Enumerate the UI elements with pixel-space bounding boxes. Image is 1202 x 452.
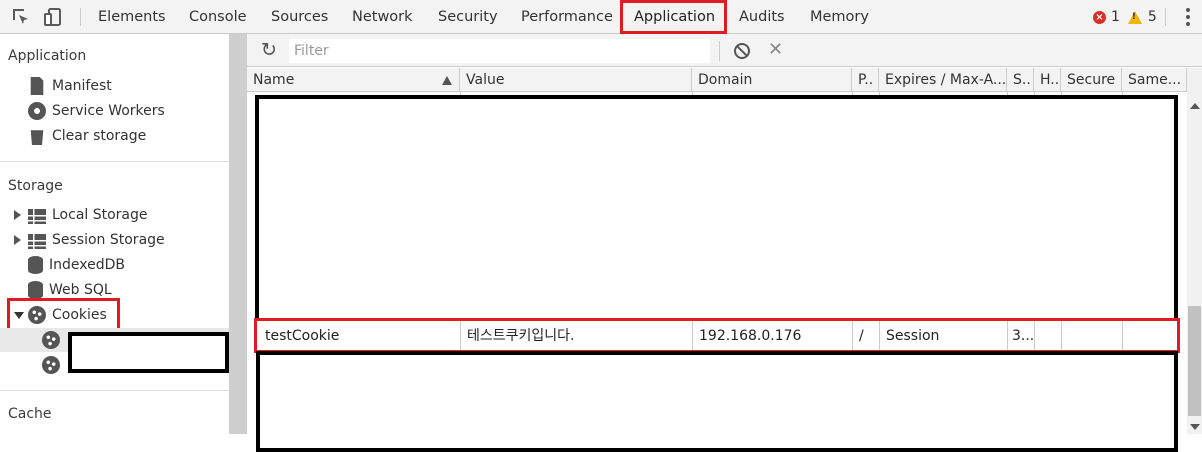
- gear-icon: [28, 102, 46, 120]
- database-icon: [28, 281, 43, 299]
- scroll-up-arrow-icon[interactable]: [1190, 103, 1200, 109]
- scrollbar-thumb[interactable]: [1188, 306, 1201, 416]
- sidebar-header-storage: Storage: [8, 178, 63, 194]
- sidebar-item-label: Web SQL: [49, 282, 112, 298]
- sidebar-item-label: Manifest: [52, 78, 112, 94]
- tab-network[interactable]: Network: [352, 0, 413, 34]
- warning-count: 5: [1147, 9, 1157, 25]
- filter-input[interactable]: [289, 39, 710, 63]
- toolbar-separator: [1165, 8, 1166, 26]
- sidebar-splitter[interactable]: [229, 34, 247, 434]
- redacted-rows-bottom: [256, 351, 1178, 452]
- cookies-panel: ↻ ✕ Name Value Domain P.. Expires / Max-…: [247, 34, 1202, 452]
- cookies-table: Name Value Domain P.. Expires / Max-A...…: [247, 68, 1202, 452]
- delete-selected-icon[interactable]: ✕: [768, 39, 783, 61]
- toolbar-separator: [719, 41, 720, 61]
- error-warning-counter[interactable]: × 1 ! 5: [1093, 0, 1157, 34]
- redacted-rows-top: [255, 95, 1178, 322]
- sidebar-item-label: Local Storage: [52, 207, 148, 223]
- error-icon: ×: [1093, 10, 1106, 24]
- cookie-origin-2[interactable]: [42, 354, 66, 376]
- table-grid-icon: [28, 233, 46, 249]
- sidebar-divider: [0, 161, 229, 162]
- application-sidebar: Application Manifest Service Workers Cle…: [0, 34, 229, 434]
- tab-security[interactable]: Security: [438, 0, 498, 34]
- tab-console[interactable]: Console: [189, 0, 247, 34]
- table-scrollbar[interactable]: [1187, 68, 1202, 434]
- column-header-domain[interactable]: Domain: [692, 68, 852, 92]
- toolbar-separator: [80, 8, 81, 26]
- sidebar-item-session-storage[interactable]: Session Storage: [28, 229, 165, 251]
- cookie-icon: [42, 331, 60, 349]
- sidebar-divider: [0, 390, 229, 391]
- redacted-origin-box: [68, 332, 229, 373]
- column-header-size[interactable]: S..: [1007, 68, 1034, 92]
- device-toolbar-icon[interactable]: [42, 6, 64, 28]
- sidebar-item-label: Service Workers: [52, 103, 165, 119]
- expand-triangle-icon[interactable]: [14, 210, 21, 220]
- sidebar-header-cache: Cache: [8, 406, 52, 422]
- sidebar-item-service-workers[interactable]: Service Workers: [28, 100, 165, 122]
- refresh-icon[interactable]: ↻: [259, 40, 279, 60]
- inspect-element-icon[interactable]: [10, 6, 32, 28]
- sidebar-item-label: Clear storage: [52, 128, 147, 144]
- highlight-cookies: [7, 298, 120, 332]
- column-header-secure[interactable]: Secure: [1061, 68, 1122, 92]
- sidebar-item-local-storage[interactable]: Local Storage: [28, 204, 148, 226]
- warning-icon: !: [1127, 10, 1142, 24]
- tab-memory[interactable]: Memory: [810, 0, 869, 34]
- sidebar-item-indexeddb[interactable]: IndexedDB: [28, 254, 125, 276]
- more-options-icon[interactable]: [1186, 8, 1190, 29]
- column-header-expires[interactable]: Expires / Max-A...: [879, 68, 1007, 92]
- column-header-name[interactable]: Name: [247, 68, 460, 92]
- table-header: Name Value Domain P.. Expires / Max-A...…: [247, 68, 1187, 92]
- sidebar-item-label: Session Storage: [52, 232, 165, 248]
- sidebar-item-manifest[interactable]: Manifest: [28, 75, 112, 97]
- cookie-origin-1[interactable]: [42, 329, 66, 351]
- tab-performance[interactable]: Performance: [521, 0, 613, 34]
- sidebar-header-application: Application: [8, 48, 87, 64]
- column-header-samesite[interactable]: Same...: [1122, 68, 1187, 92]
- database-icon: [28, 256, 43, 274]
- scroll-down-arrow-icon[interactable]: [1190, 424, 1200, 430]
- column-label: Name: [253, 72, 295, 88]
- table-grid-icon: [28, 208, 46, 224]
- tab-elements[interactable]: Elements: [98, 0, 166, 34]
- clear-all-icon[interactable]: [734, 43, 750, 59]
- trash-icon: [30, 130, 44, 145]
- tab-sources[interactable]: Sources: [271, 0, 328, 34]
- column-header-value[interactable]: Value: [460, 68, 692, 92]
- highlight-cookie-row: [254, 318, 1180, 353]
- cookie-icon: [42, 356, 60, 374]
- highlight-application-tab: [620, 0, 727, 34]
- sidebar-item-label: IndexedDB: [49, 257, 125, 273]
- sort-ascending-icon: [442, 76, 452, 85]
- devtools-tab-bar: Elements Console Sources Network Securit…: [0, 0, 1202, 34]
- column-header-path[interactable]: P..: [852, 68, 879, 92]
- cookies-toolbar: ↻ ✕: [247, 34, 1202, 67]
- sidebar-item-clear-storage[interactable]: Clear storage: [28, 125, 146, 147]
- expand-triangle-icon[interactable]: [14, 235, 21, 245]
- error-count: 1: [1111, 9, 1120, 25]
- manifest-icon: [30, 77, 44, 95]
- tab-audits[interactable]: Audits: [739, 0, 785, 34]
- column-header-httponly[interactable]: H..: [1034, 68, 1061, 92]
